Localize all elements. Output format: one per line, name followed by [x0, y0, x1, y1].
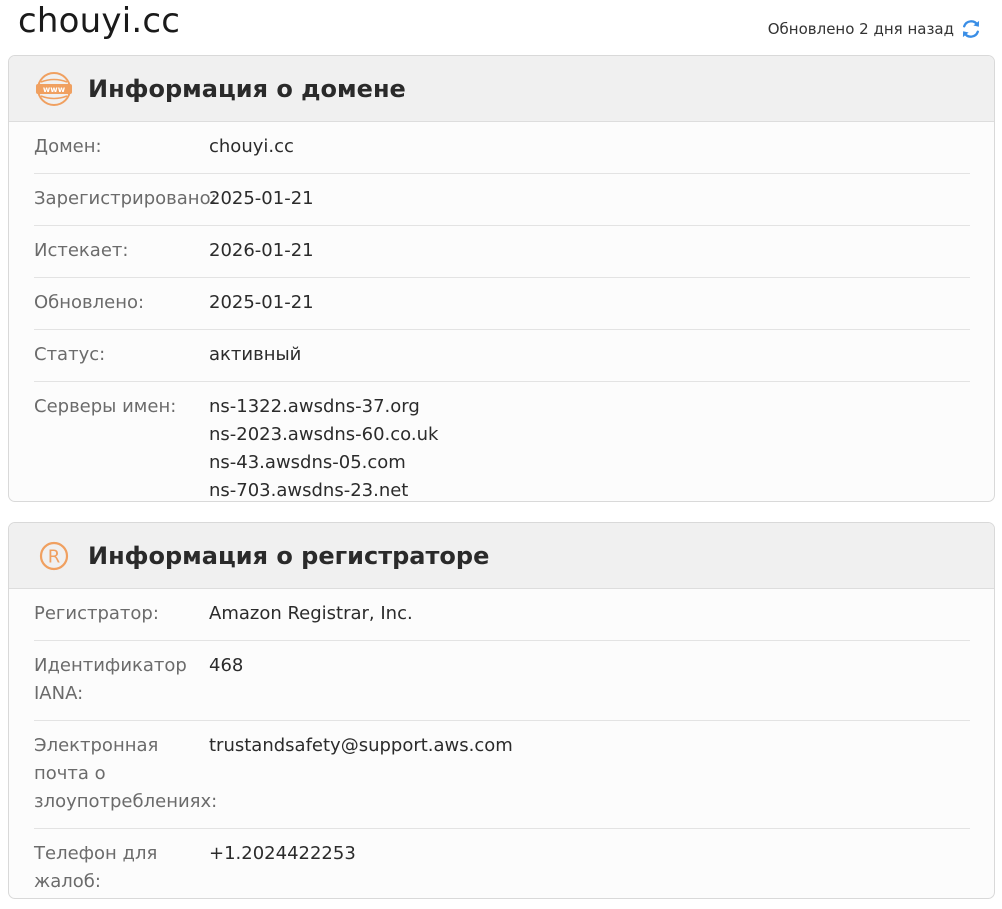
row-label: Регистратор:: [34, 603, 159, 624]
row-label: Статус:: [34, 344, 106, 365]
registrar-info-header: R Информация о регистраторе: [9, 523, 994, 589]
row-value: 2025-01-21: [209, 292, 314, 313]
svg-text:www: www: [43, 85, 66, 94]
updated-status: Обновлено 2 дня назад: [768, 16, 982, 42]
row-value: активный: [209, 344, 302, 365]
www-icon: www: [35, 70, 73, 108]
registrar-info-title: Информация о регистраторе: [88, 541, 490, 570]
domain-title: chouyi.cc: [18, 1, 181, 41]
row-label: Серверы имен:: [34, 396, 177, 417]
row-label: Идентификатор IANA:: [34, 655, 187, 704]
domain-info-card: www Информация о домене Домен: chouyi.cc…: [8, 55, 995, 502]
nameserver-list: ns-1322.awsdns-37.org ns-2023.awsdns-60.…: [209, 393, 439, 501]
abuse-phone-value: +1.2024422253: [209, 843, 356, 864]
row-value: chouyi.cc: [209, 136, 294, 157]
row-label: Истекает:: [34, 240, 129, 261]
nameserver-item: ns-2023.awsdns-60.co.uk: [209, 424, 439, 445]
row-registrar: Регистратор: Amazon Registrar, Inc.: [34, 589, 970, 641]
row-label: Домен:: [34, 136, 102, 157]
row-iana-id: Идентификатор IANA: 468: [34, 641, 970, 721]
row-domain: Домен: chouyi.cc: [34, 122, 970, 174]
page-header: chouyi.cc Обновлено 2 дня назад: [0, 0, 1002, 56]
svg-text:R: R: [48, 546, 61, 567]
domain-info-header: www Информация о домене: [9, 56, 994, 122]
row-status: Статус: активный: [34, 330, 970, 382]
row-label: Зарегистрировано:: [34, 188, 217, 209]
registrar-info-rows: Регистратор: Amazon Registrar, Inc. Иден…: [9, 589, 994, 898]
row-registered: Зарегистрировано: 2025-01-21: [34, 174, 970, 226]
row-value: Amazon Registrar, Inc.: [209, 603, 413, 624]
row-abuse-email: Электронная почта о злоупотреблениях: tr…: [34, 721, 970, 829]
row-value: 468: [209, 655, 244, 676]
nameserver-item: ns-43.awsdns-05.com: [209, 452, 406, 473]
domain-info-rows: Домен: chouyi.cc Зарегистрировано: 2025-…: [9, 122, 994, 501]
nameserver-item: ns-1322.awsdns-37.org: [209, 396, 420, 417]
domain-info-title: Информация о домене: [88, 74, 406, 103]
refresh-icon[interactable]: [960, 18, 982, 40]
abuse-email-value: trustandsafety@support.aws.com: [209, 735, 513, 756]
row-value: 2025-01-21: [209, 188, 314, 209]
registered-icon: R: [35, 537, 73, 575]
row-label: Электронная почта о злоупотреблениях:: [34, 735, 218, 812]
row-label: Обновлено:: [34, 292, 145, 313]
nameserver-item: ns-703.awsdns-23.net: [209, 480, 409, 501]
row-nameservers: Серверы имен: ns-1322.awsdns-37.org ns-2…: [34, 382, 970, 501]
row-abuse-phone: Телефон для жалоб: +1.2024422253: [34, 829, 970, 898]
registrar-info-card: R Информация о регистраторе Регистратор:…: [8, 522, 995, 899]
updated-text: Обновлено 2 дня назад: [767, 20, 954, 38]
row-label: Телефон для жалоб:: [34, 843, 158, 892]
row-updated: Обновлено: 2025-01-21: [34, 278, 970, 330]
row-expires: Истекает: 2026-01-21: [34, 226, 970, 278]
row-value: 2026-01-21: [209, 240, 314, 261]
